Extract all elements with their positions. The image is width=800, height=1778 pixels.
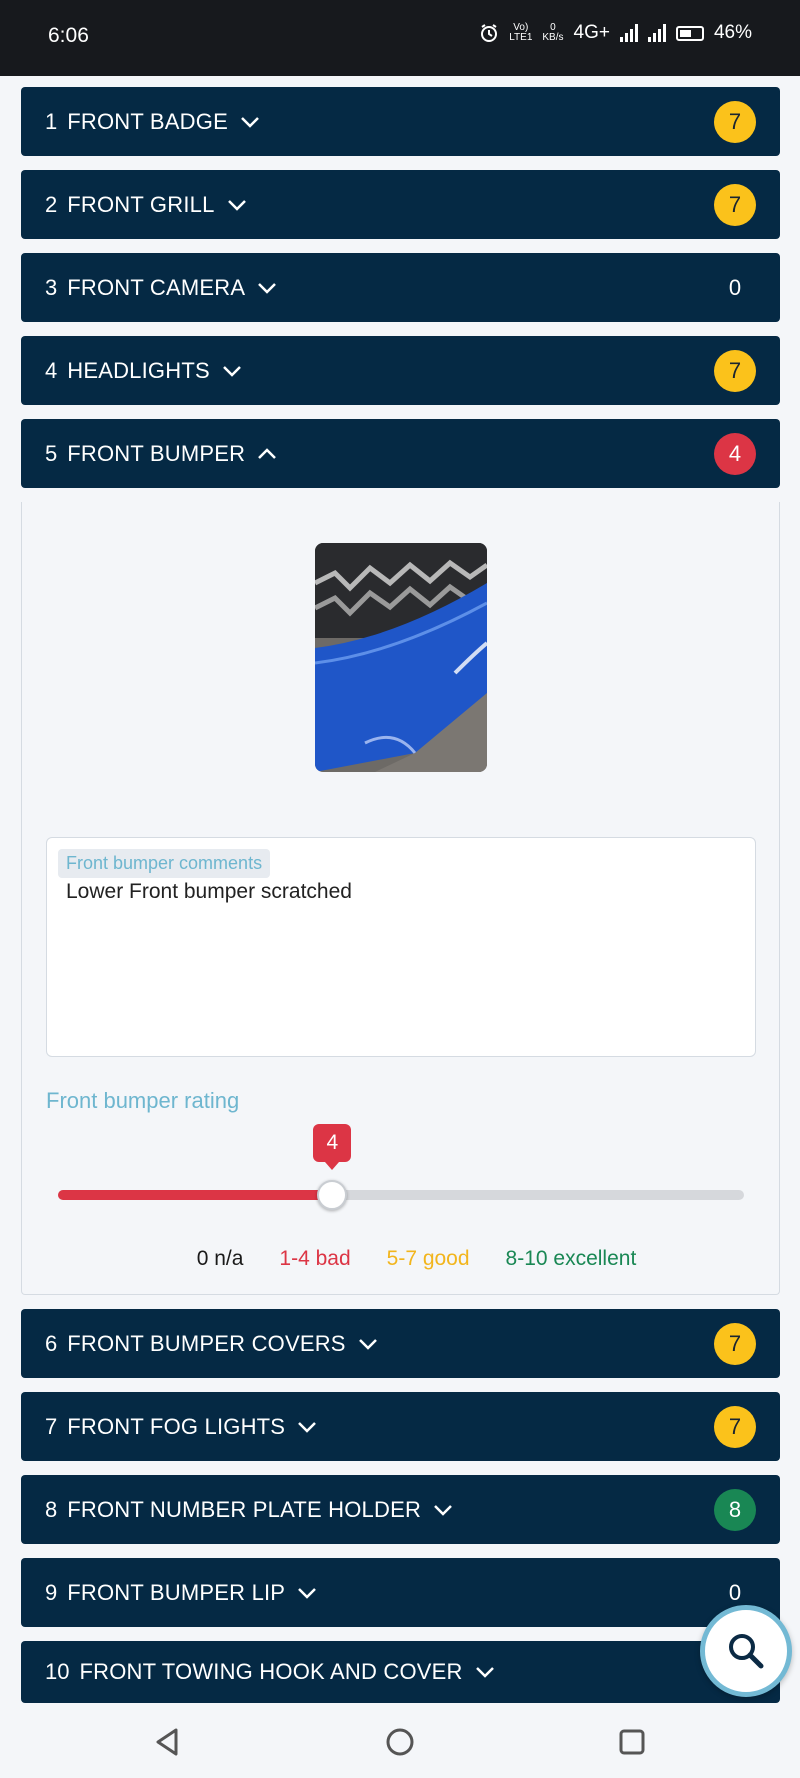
chevron-down-icon	[475, 1667, 494, 1678]
chevron-down-icon	[434, 1504, 452, 1516]
legend-excellent: 8-10 excellent	[505, 1247, 637, 1270]
home-circle-icon[interactable]	[382, 1724, 418, 1760]
data-speed: 0 KB/s	[542, 22, 564, 43]
section-title: FRONT FOG LIGHTS	[67, 1413, 286, 1439]
section-header-front-camera[interactable]: 3 FRONT CAMERA 0	[21, 253, 780, 322]
signal-icon	[619, 24, 638, 42]
score-badge: 7	[714, 101, 756, 143]
section-number: 8	[45, 1496, 58, 1522]
section-header-front-badge[interactable]: 1 FRONT BADGE 7	[21, 87, 780, 156]
legend-good: 5-7 good	[386, 1247, 470, 1270]
section-title: FRONT BUMPER	[67, 440, 246, 466]
score-badge: 4	[714, 433, 756, 475]
section-header-front-towing-hook[interactable]: 10 FRONT TOWING HOOK AND COVER	[21, 1641, 780, 1703]
section-title: FRONT BADGE	[67, 108, 228, 134]
section-title: FRONT BUMPER LIP	[67, 1579, 286, 1605]
section-number: 6	[45, 1330, 58, 1356]
section-title: FRONT BUMPER COVERS	[67, 1330, 346, 1356]
chevron-down-icon	[298, 1421, 317, 1433]
search-button[interactable]	[700, 1605, 792, 1697]
section-header-headlights[interactable]: 4 HEADLIGHTS 7	[21, 336, 780, 405]
chevron-up-icon	[258, 447, 277, 459]
score-badge: 7	[714, 1406, 756, 1448]
rating-slider[interactable]: 4	[58, 1124, 744, 1210]
alarm-icon	[481, 24, 498, 42]
chevron-down-icon	[241, 116, 259, 128]
rating-slider-fill	[58, 1190, 333, 1200]
section-header-front-bumper-lip[interactable]: 9 FRONT BUMPER LIP 0	[21, 1558, 780, 1627]
section-title: FRONT NUMBER PLATE HOLDER	[67, 1496, 422, 1522]
rating-tooltip: 4	[313, 1124, 352, 1170]
battery-level: 46%	[713, 22, 752, 43]
network-type: 4G+	[573, 22, 610, 43]
score-badge: 7	[714, 1323, 756, 1365]
section-title: FRONT TOWING HOOK AND COVER	[79, 1659, 463, 1684]
score-badge: 8	[714, 1489, 756, 1531]
volte-indicator: Vo) LTE1	[509, 22, 533, 43]
signal-icon-2	[647, 24, 666, 42]
inspection-list: 1 FRONT BADGE 7 2 FRONT GRILL 7 3 FRONT …	[21, 87, 780, 1717]
score-badge: 7	[714, 184, 756, 226]
rating-legend: 0 n/a 1-4 bad 5-7 good 8-10 excellent	[22, 1247, 781, 1271]
bumper-photo[interactable]	[315, 543, 487, 772]
system-navigation-bar	[0, 1704, 800, 1778]
front-bumper-panel: Front bumper comments Lower Front bumper…	[21, 502, 780, 1295]
back-triangle-icon[interactable]	[150, 1724, 186, 1760]
battery-icon	[675, 25, 704, 41]
section-number: 1	[45, 108, 58, 134]
chevron-down-icon	[358, 1338, 377, 1350]
score-badge: 7	[714, 350, 756, 392]
status-bar: 6:06 Vo) LTE1 0 KB/s 4G+ 46%	[0, 0, 800, 76]
section-number: 2	[45, 191, 58, 217]
section-number: 10	[45, 1659, 70, 1684]
legend-na: 0 n/a	[196, 1247, 244, 1270]
chevron-down-icon	[222, 365, 241, 377]
chevron-down-icon	[258, 282, 277, 294]
rating-slider-thumb[interactable]	[317, 1180, 348, 1210]
section-number: 3	[45, 274, 58, 300]
search-icon	[729, 1634, 764, 1669]
section-header-front-grill[interactable]: 2 FRONT GRILL 7	[21, 170, 780, 239]
section-number: 9	[45, 1579, 58, 1605]
legend-bad: 1-4 bad	[279, 1247, 351, 1270]
chevron-down-icon	[227, 199, 246, 211]
section-number: 7	[45, 1413, 58, 1439]
status-icons: Vo) LTE1 0 KB/s 4G+ 46%	[479, 22, 752, 44]
bumper-photo-image	[315, 543, 487, 772]
comments-field[interactable]: Front bumper comments Lower Front bumper…	[46, 837, 756, 1057]
section-title: FRONT CAMERA	[67, 274, 246, 300]
status-time: 6:06	[48, 24, 89, 47]
section-number: 4	[45, 357, 58, 383]
section-header-front-bumper[interactable]: 5 FRONT BUMPER 4	[21, 419, 780, 488]
section-header-front-number-plate-holder[interactable]: 8 FRONT NUMBER PLATE HOLDER 8	[21, 1475, 780, 1544]
section-header-front-bumper-covers[interactable]: 6 FRONT BUMPER COVERS 7	[21, 1309, 780, 1378]
score-badge: 0	[728, 275, 742, 300]
comments-label: Front bumper comments	[58, 849, 271, 878]
rating-label: Front bumper rating	[46, 1088, 240, 1113]
section-header-front-fog-lights[interactable]: 7 FRONT FOG LIGHTS 7	[21, 1392, 780, 1461]
chevron-down-icon	[298, 1587, 317, 1599]
recents-square-icon[interactable]	[614, 1724, 650, 1760]
comments-text[interactable]: Lower Front bumper scratched	[66, 880, 352, 904]
section-title: HEADLIGHTS	[67, 357, 210, 383]
section-title: FRONT GRILL	[67, 191, 215, 217]
section-number: 5	[45, 440, 58, 466]
